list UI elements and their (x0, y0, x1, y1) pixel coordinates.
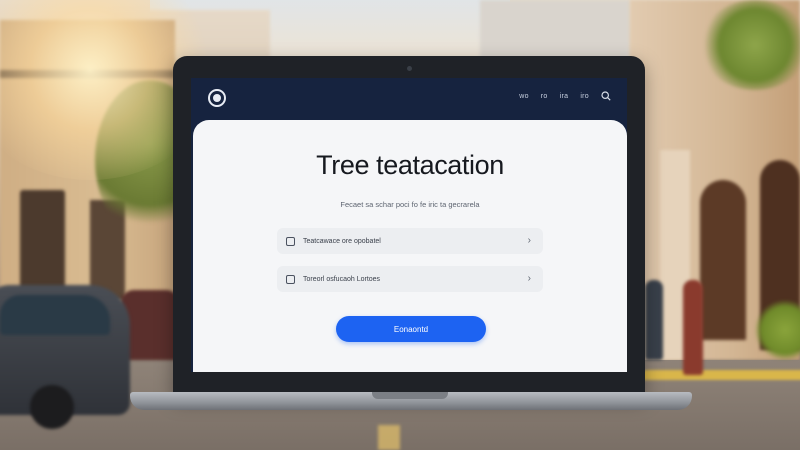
nav-link-3[interactable]: ira (560, 93, 569, 100)
option-row-2[interactable]: Toreorl osfucaoh Lortoes › (277, 266, 543, 292)
option-label-2: Toreorl osfucaoh Lortoes (303, 275, 381, 283)
laptop-screen: wo ro ira iro Tree teatacation Fecaet sa… (191, 78, 627, 372)
nav-link-4[interactable]: iro (580, 93, 589, 100)
arched-door-1 (700, 180, 746, 340)
pedestrian-1 (645, 280, 663, 360)
nav-link-1[interactable]: wo (519, 93, 529, 100)
page-title: Tree teatacation (316, 150, 504, 180)
page-subtitle: Fecaet sa schar poci fo fe iric ta gecra… (340, 200, 480, 209)
door-left (20, 190, 65, 300)
chevron-right-icon: › (527, 273, 531, 284)
car-wheel (30, 385, 74, 429)
option-label-1: Teatcawace ore opobatel (303, 237, 381, 245)
option-row-1[interactable]: Teatcawace ore opobatel › (277, 228, 543, 254)
top-navbar: wo ro ira iro (191, 78, 627, 118)
nav-link-2[interactable]: ro (541, 93, 548, 100)
car-window (0, 295, 110, 335)
search-icon[interactable] (601, 91, 611, 101)
clipboard-icon (286, 236, 295, 246)
app-logo-icon[interactable] (208, 89, 226, 107)
laptop-notch (372, 392, 448, 399)
webcam (407, 66, 412, 71)
road-marking (378, 425, 400, 450)
pedestrian-2 (683, 280, 703, 375)
hanging-plant (700, 0, 800, 90)
calendar-icon (286, 274, 295, 284)
yellow-curb (635, 370, 800, 380)
continue-button[interactable]: Eonaontd (336, 316, 486, 342)
main-card: Tree teatacation Fecaet sa schar poci fo… (193, 120, 627, 372)
nav-links: wo ro ira iro (519, 91, 611, 101)
chevron-right-icon: › (527, 235, 531, 246)
building-center-back (480, 0, 630, 60)
